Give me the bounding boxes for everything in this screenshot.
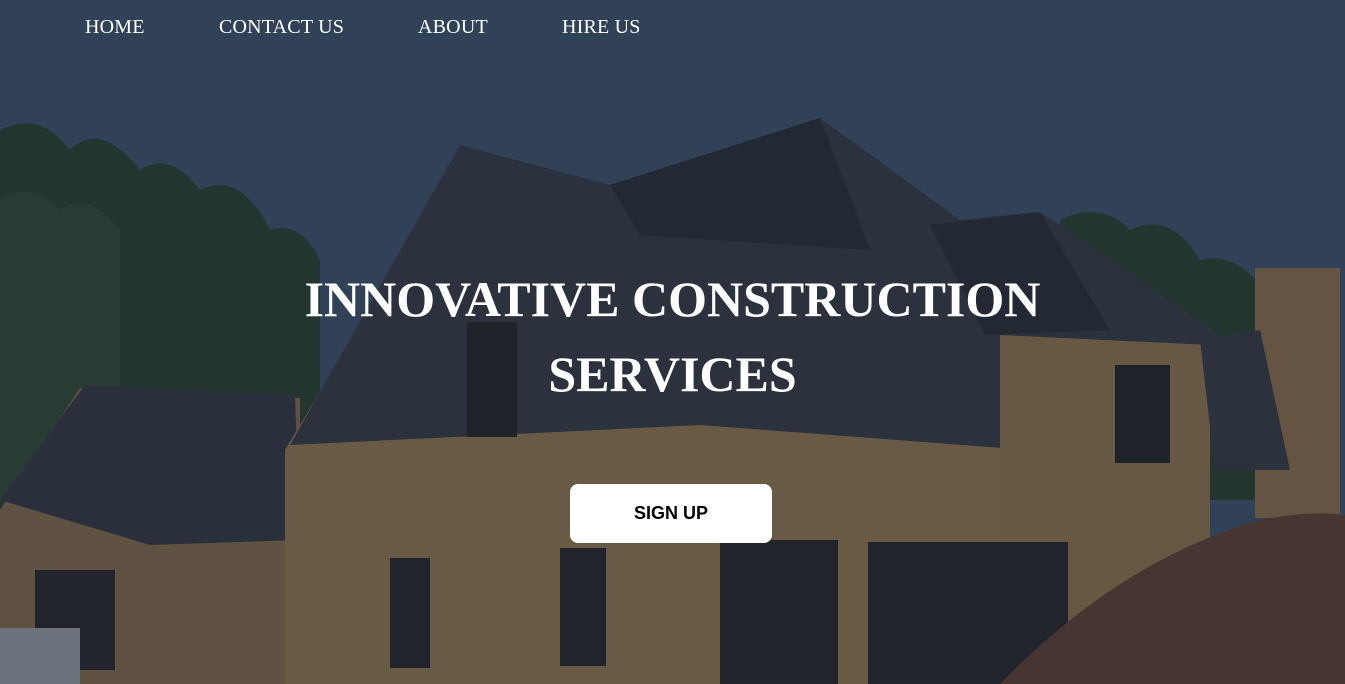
sign-up-button[interactable]: SIGN UP — [570, 484, 772, 543]
top-navigation: HOME CONTACT US ABOUT HIRE US — [0, 0, 1345, 58]
nav-about-link[interactable]: ABOUT — [418, 16, 488, 39]
nav-home-link[interactable]: HOME — [85, 16, 145, 39]
hero-headline: INNOVATIVE CONSTRUCTION SERVICES — [304, 271, 1041, 402]
nav-hire-us-link[interactable]: HIRE US — [562, 16, 641, 39]
hero-section: HOME CONTACT US ABOUT HIRE US INNOVATIVE… — [0, 0, 1345, 684]
nav-contact-us-link[interactable]: CONTACT US — [219, 16, 344, 39]
